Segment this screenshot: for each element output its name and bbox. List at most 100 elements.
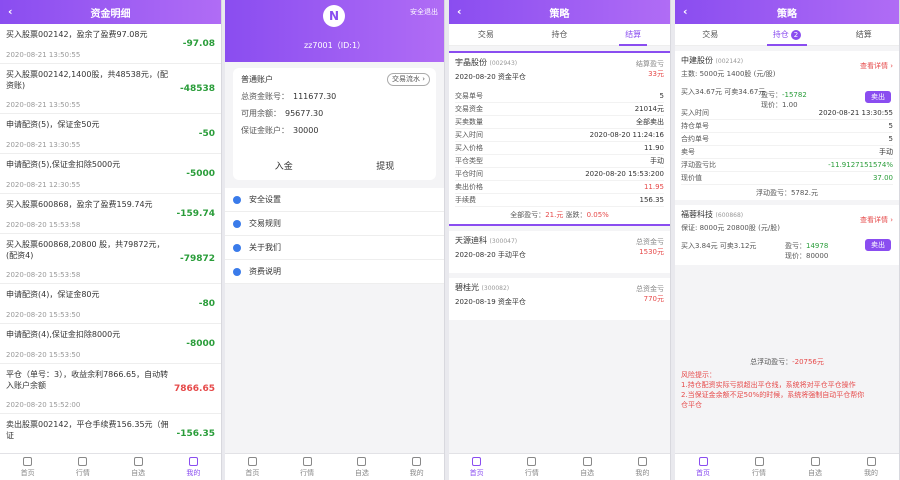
page-title: 策略 [777,8,797,20]
detail-row: 浮动盈亏比 -11.9127151574% [681,159,893,172]
home-icon [23,456,33,466]
tab-position[interactable]: 持仓 [545,24,573,46]
page-title: 策略 [549,8,570,20]
fund-desc: 申请配资(5)，保证金50元 [6,120,100,129]
fund-time: 2020-08-21 13:50:55 [6,51,81,59]
menu-security[interactable]: 安全设置 [225,188,444,212]
shield-icon [233,195,241,204]
settle-profit: 结算盈亏 33元 [636,60,664,78]
stock-name: 天源迪科 (300047) [455,236,518,245]
nav-watchlist[interactable]: 自选 [131,456,145,478]
risk-warning: 风险提示： 1.持仓配资实际亏损超出平仓线，系统将对平仓平仓操作 2.当保证金余… [681,371,865,409]
list-item: 买入股票002142，盈余了盈费97.08元 2020-08-21 13:50:5… [0,24,221,64]
account-card: 普通账户 交易流水 › 总资金账号： 111677.30 可用余额： 95677.3… [233,68,436,180]
bottom-nav: 首页 行情 自选 我的 [225,453,444,480]
nav-home[interactable]: 首页 [470,456,484,478]
fund-list: 买入股票002142，盈余了盈费97.08元 2020-08-21 13:50:5… [0,24,221,454]
menu-about[interactable]: 关于我们 [225,236,444,260]
header: ‹ 资金明细 [0,0,221,24]
transactions-link[interactable]: 交易流水 › [386,73,430,86]
strategy-tabs: 交易 持仓 结算 [449,24,670,46]
nav-watchlist[interactable]: 自选 [580,456,594,478]
nav-market[interactable]: 行情 [76,456,90,478]
list-item: 买入股票600868,20800 股，共79872元，(配资4) 2020-08-… [0,234,221,284]
document-icon [233,219,241,228]
fund-time: 2020-08-21 13:30:55 [6,141,81,149]
settlement-card[interactable]: 碧桂光 (300082) 2020-08-19 资金平仓 总资金亏 770元 [449,278,670,320]
watchlist-icon [357,456,367,466]
fund-amount: -50 [198,128,215,139]
fund-amount: -159.74 [176,208,215,219]
tab-trade[interactable]: 交易 [696,24,724,46]
back-arrow-icon[interactable]: ‹ [457,5,462,18]
username: zz7001（ID:1） [303,41,366,50]
nav-market[interactable]: 行情 [752,456,766,478]
nav-home[interactable]: 首页 [21,456,35,478]
position-details: 买入时间 2020-08-21 13:30:55 持仓单号 5 合约单号 5 卖号 手动 浮动盈… [681,107,893,185]
settle-date: 2020-08-20 手动平仓 [455,251,526,259]
fund-time: 2020-08-20 15:53:58 [6,221,81,229]
view-details-link[interactable]: 查看详情 › [860,61,893,71]
detail-row: 买入价格 11.90 [455,142,664,155]
logout-button[interactable]: 安全退出 [410,7,438,17]
nav-mine[interactable]: 我的 [410,456,424,478]
watchlist-icon [582,456,592,466]
detail-row: 持仓单号 5 [681,120,893,133]
sell-button[interactable]: 卖出 [865,91,891,103]
settlement-card[interactable]: 天源迪科 (300047) 2020-08-20 手动平仓 总资金亏 1530元 [449,231,670,273]
settle-date: 2020-08-20 资金平仓 [455,73,526,81]
tab-trade[interactable]: 交易 [472,24,500,46]
home-icon [472,456,482,466]
sell-button[interactable]: 卖出 [865,239,891,251]
nav-watchlist[interactable]: 自选 [808,456,822,478]
tab-settlement[interactable]: 结算 [619,24,648,46]
nav-mine[interactable]: 我的 [635,456,649,478]
view-details-link[interactable]: 查看详情 › [860,215,893,225]
nav-watchlist[interactable]: 自选 [355,456,369,478]
fund-time: 2020-08-20 15:53:58 [6,271,81,279]
fund-time: 2020-08-21 12:30:55 [6,181,81,189]
bottom-nav: 首页 行情 自选 我的 [449,453,670,480]
back-arrow-icon[interactable]: ‹ [683,5,688,18]
total-balance: 总资金账号： 111677.30 [241,92,337,101]
detail-row: 平仓时间 2020-08-20 15:53:200 [455,168,664,181]
fund-desc: 申请配资(4)，保证金80元 [6,290,100,299]
settlement-card[interactable]: 宇晶股份 (002943) 2020-08-20 资金平仓 结算盈亏 33元 交易… [449,51,670,226]
position-count-badge: 2 [790,29,802,40]
detail-row: 买入时间 2020-08-20 11:24:16 [455,129,664,142]
withdraw-button[interactable]: 提现 [376,159,394,172]
settle-profit: 总资金亏 770元 [636,285,664,303]
market-icon [754,456,764,466]
nav-market[interactable]: 行情 [525,456,539,478]
margin-balance: 保证金账户： 30000 [241,126,319,135]
home-icon [247,456,257,466]
settlement-details: 交易单号 5 交易资金 21014元 买卖数量 全部卖出 买入时间 2020-08-20 11… [455,90,664,207]
nav-mine[interactable]: 我的 [864,456,878,478]
list-item: 买入股票600868，盈余了盈费159.74元 2020-08-20 15:53:… [0,194,221,234]
watchlist-icon [810,456,820,466]
list-item: 买入股票002142,1400股，共48538元，(配资账) 2020-08-21… [0,64,221,114]
bottom-nav: 首页 行情 自选 我的 [0,453,221,480]
tab-settlement[interactable]: 结算 [850,24,878,46]
tab-position[interactable]: 持仓 2 [766,24,808,46]
back-arrow-icon[interactable]: ‹ [8,5,13,18]
nav-home[interactable]: 首页 [245,456,259,478]
position-card[interactable]: 中建股份 (002142) 主数: 5000元 1400股 (元/股) 查看详情… [675,51,899,200]
position-card[interactable]: 福蓉科技 (600868) 保证: 8000元 20800股 (元/股) 查看详… [675,205,899,265]
nav-mine[interactable]: 我的 [186,456,200,478]
settlement-summary: 全部盈亏：21.元 涨跌：0.05% [510,211,609,219]
nav-home[interactable]: 首页 [696,456,710,478]
list-item: 申请配资(4),保证金扣除8000元 2020-08-20 15:53:50 -80… [0,324,221,364]
nav-market[interactable]: 行情 [300,456,314,478]
detail-row: 卖出价格 11.95 [455,181,664,194]
list-item: 申请配资(5)，保证金50元 2020-08-21 13:30:55 -50 [0,114,221,154]
menu-rules[interactable]: 交易规则 [225,212,444,236]
settings-menu: 安全设置 交易规则 关于我们 资费说明 [225,188,444,284]
fund-time: 2020-08-20 15:53:50 [6,311,81,319]
menu-fees[interactable]: 资费说明 [225,260,444,284]
detail-row: 现价值 37.00 [681,172,893,185]
fund-amount: -156.35 [176,428,215,439]
positions-screen: ‹ 策略 交易 持仓 2 结算 中建股份 (002142) 主数: 5000元 1… [675,0,900,480]
fund-amount: -80 [198,298,215,309]
deposit-button[interactable]: 入金 [275,159,293,172]
